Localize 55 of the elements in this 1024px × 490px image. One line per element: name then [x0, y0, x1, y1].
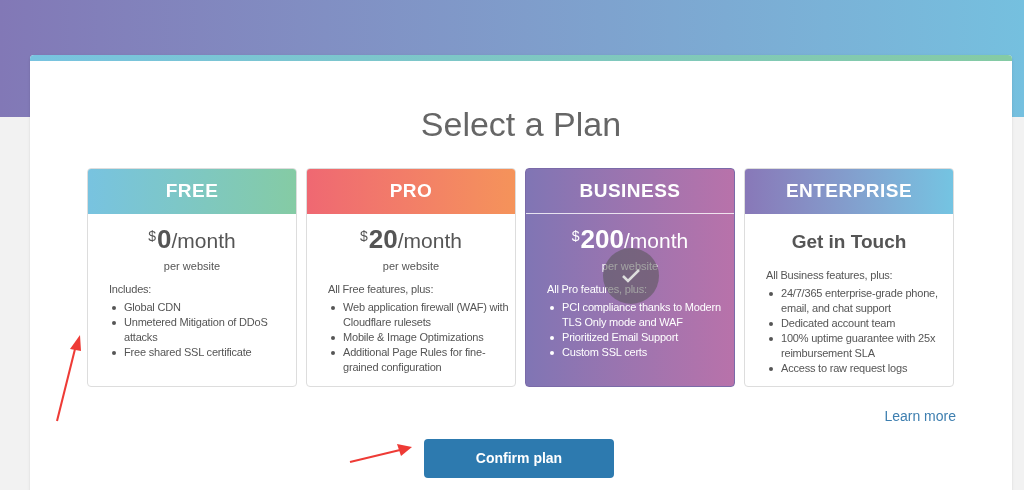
bullet-icon — [112, 350, 116, 355]
price-period: /month — [624, 230, 689, 251]
bullet-icon — [550, 305, 554, 310]
features-intro: All Business features, plus: — [766, 267, 894, 283]
currency-symbol: $ — [360, 229, 368, 243]
feature-item: Mobile & Image Optimizations — [343, 329, 484, 345]
price-period: /month — [397, 230, 462, 251]
feature-item: Dedicated account team — [781, 315, 896, 331]
price-amount: 0 — [157, 226, 172, 252]
feature-item: PCI compliance thanks to Modern TLS Only mode and WAF — [562, 299, 722, 330]
plan-heading: Get in Touch — [791, 230, 907, 254]
plan-name: ENTERPRISE — [785, 179, 913, 204]
feature-item: Free shared SSL certificate — [124, 344, 252, 360]
learn-more-link[interactable]: Learn more — [884, 406, 956, 427]
feature-item: Custom SSL certs — [562, 344, 648, 360]
price-amount: 20 — [368, 226, 398, 252]
features-intro: Includes: — [109, 281, 153, 297]
price-amount: 200 — [580, 226, 624, 252]
feature-item: 24/7/365 enterprise-grade phone, email, and chat support — [781, 285, 939, 316]
feature-item: Unmetered Mitigation of DDoS attacks — [124, 314, 269, 345]
bullet-icon — [112, 305, 116, 310]
currency-symbol: $ — [148, 229, 157, 243]
feature-item: Prioritized Email Support — [562, 329, 679, 345]
bullet-icon — [331, 335, 335, 340]
price-unit: per website — [163, 259, 221, 274]
bullet-icon — [769, 336, 773, 341]
features-intro: All Pro features, plus: — [547, 281, 648, 297]
currency-symbol: $ — [571, 229, 580, 243]
price-unit: per website — [601, 259, 659, 274]
features-intro: All Free features, plus: — [328, 281, 435, 297]
feature-item: Access to raw request logs — [781, 360, 908, 376]
price-period: /month — [171, 230, 236, 251]
feature-item: Web application firewall (WAF) with Cloudflare rulesets — [343, 299, 509, 330]
confirm-button[interactable]: Confirm plan — [424, 439, 614, 478]
plan-name: FREE — [165, 179, 219, 204]
plan-card[interactable]: PRO $20/month per website All Free features, plus: Web application firewall (WAF) with Cloudflare rulesets Mobile & Image Optimizations Additional Page Rules for fine-grained configuration — [306, 168, 516, 387]
bullet-icon — [331, 305, 335, 310]
bullet-icon — [112, 320, 116, 325]
plan-name: BUSINESS — [579, 178, 681, 203]
plan-name: PRO — [389, 179, 433, 204]
feature-item: Global CDN — [124, 299, 181, 315]
feature-item: 100% uptime guarantee with 25x reimbursement SLA — [781, 330, 937, 361]
price-unit: per website — [382, 259, 440, 274]
page-title: Select a Plan — [420, 104, 622, 145]
bullet-icon — [769, 321, 773, 326]
bullet-icon — [769, 366, 773, 371]
plan-card[interactable]: FREE $0/month per website Includes: Global CDN Unmetered Mitigation of DDoS attacks Free shared SSL certificate — [87, 168, 297, 387]
bullet-icon — [331, 350, 335, 355]
bullet-icon — [550, 335, 554, 340]
bullet-icon — [769, 291, 773, 296]
bullet-icon — [550, 350, 554, 355]
annotation-arrow — [348, 441, 414, 465]
plan-card[interactable] — [744, 168, 954, 387]
feature-item: Additional Page Rules for fine-grained configuration — [343, 344, 487, 375]
plan-card[interactable]: BUSINESS $200/month per website All Pro features, plus: PCI compliance thanks to Modern TLS Only mode and WAF Prioritized Email Support Custom SSL certs — [525, 168, 735, 387]
